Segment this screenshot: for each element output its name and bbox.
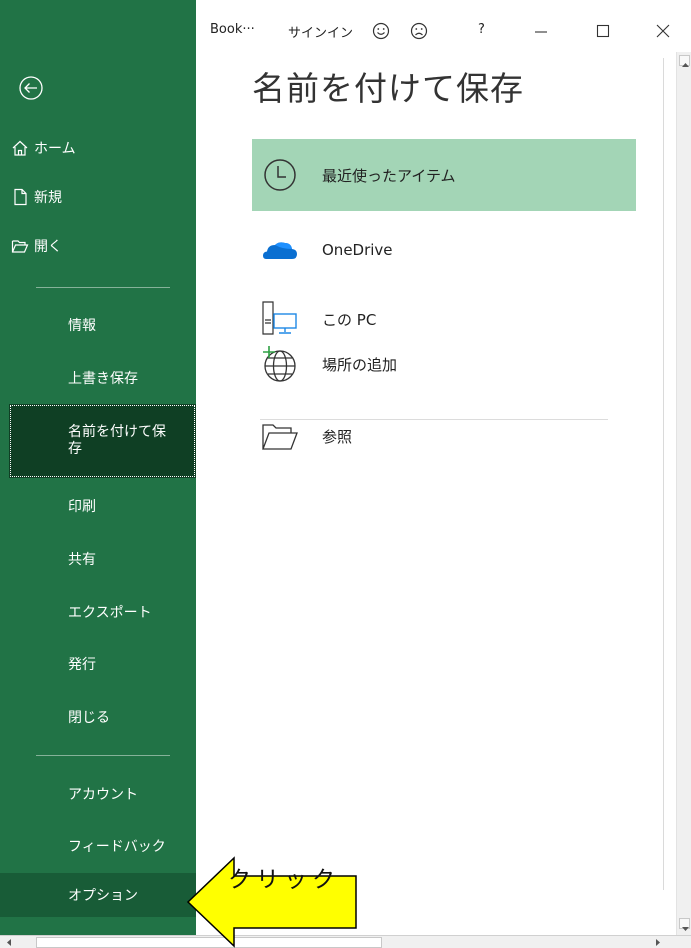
location-label: OneDrive bbox=[322, 241, 393, 259]
minimize-icon[interactable] bbox=[532, 22, 550, 40]
sidebar-item-label: 閉じる bbox=[68, 710, 110, 726]
location-label: 最近使ったアイテム bbox=[322, 166, 456, 185]
page-title: 名前を付けて保存 bbox=[252, 69, 524, 108]
close-icon[interactable] bbox=[654, 22, 672, 40]
sidebar-item-print[interactable]: 印刷 bbox=[0, 491, 196, 521]
panel-edge bbox=[663, 58, 664, 890]
back-arrow-icon[interactable] bbox=[14, 71, 48, 105]
location-label: 参照 bbox=[322, 427, 353, 446]
sidebar-item-label: 開く bbox=[34, 239, 62, 255]
sidebar-item-label: 発行 bbox=[68, 657, 96, 673]
vertical-scrollbar[interactable] bbox=[676, 52, 691, 935]
clock-icon bbox=[264, 159, 296, 191]
sidebar-item-label: エクスポート bbox=[68, 605, 152, 621]
sidebar-item-share[interactable]: 共有 bbox=[0, 544, 196, 574]
sidebar-item-label: ホーム bbox=[34, 141, 76, 157]
sidebar-item-export[interactable]: エクスポート bbox=[0, 597, 196, 627]
maximize-icon[interactable] bbox=[594, 22, 612, 40]
sidebar-item-label: 情報 bbox=[68, 318, 96, 334]
location-onedrive[interactable]: OneDrive bbox=[252, 214, 636, 286]
sidebar-separator bbox=[36, 755, 170, 756]
home-icon bbox=[12, 140, 28, 156]
folder-icon bbox=[262, 424, 298, 450]
new-document-icon bbox=[14, 188, 27, 206]
scroll-down-arrow[interactable] bbox=[679, 918, 690, 931]
document-name[interactable]: Book··· bbox=[210, 22, 255, 37]
sidebar-item-account[interactable]: アカウント bbox=[0, 779, 196, 809]
backstage-sidebar: ホーム 新規 開く 情報 上書き保存 名前を付けて保存 印刷 共有 エクスポート… bbox=[0, 0, 196, 935]
sidebar-item-label: 上書き保存 bbox=[68, 371, 138, 387]
location-label: 場所の追加 bbox=[322, 355, 398, 374]
sidebar-item-label: 共有 bbox=[68, 552, 96, 568]
sidebar-item-new[interactable]: 新規 bbox=[0, 184, 196, 210]
globe-add-icon bbox=[263, 346, 296, 382]
location-recent[interactable]: 最近使ったアイテム bbox=[252, 139, 636, 211]
cloud-icon bbox=[263, 242, 297, 259]
location-add-place[interactable]: 場所の追加 bbox=[252, 328, 636, 400]
sidebar-item-label: アカウント bbox=[68, 787, 138, 803]
location-label: この PC bbox=[322, 310, 377, 329]
scroll-right-arrow[interactable] bbox=[652, 937, 663, 948]
sidebar-item-label: 名前を付けて保存 bbox=[68, 424, 166, 457]
sidebar-separator bbox=[36, 287, 170, 288]
sidebar-item-label: オプション bbox=[68, 888, 138, 904]
sidebar-item-save[interactable]: 上書き保存 bbox=[0, 363, 196, 393]
sidebar-item-label: 印刷 bbox=[68, 499, 96, 515]
smile-icon[interactable] bbox=[372, 22, 390, 40]
caret-up-icon bbox=[682, 63, 689, 67]
open-folder-icon bbox=[11, 240, 29, 253]
callout-text: クリック bbox=[228, 867, 340, 893]
frown-icon[interactable] bbox=[410, 22, 428, 40]
sidebar-item-info[interactable]: 情報 bbox=[0, 310, 196, 340]
sidebar-item-open[interactable]: 開く bbox=[0, 233, 196, 259]
sidebar-item-publish[interactable]: 発行 bbox=[0, 649, 196, 679]
scroll-left-arrow[interactable] bbox=[4, 937, 15, 948]
caret-down-icon bbox=[682, 927, 689, 931]
signin-button[interactable]: サインイン bbox=[288, 22, 353, 41]
location-browse[interactable]: 参照 bbox=[252, 400, 636, 472]
help-button[interactable]: ? bbox=[478, 22, 485, 37]
sidebar-item-close[interactable]: 閉じる bbox=[0, 702, 196, 732]
sidebar-item-feedback[interactable]: フィードバック bbox=[0, 831, 196, 861]
scroll-up-arrow[interactable] bbox=[679, 55, 690, 67]
sidebar-item-save-as[interactable]: 名前を付けて保存 bbox=[9, 404, 196, 478]
title-bar: Book··· サインイン ? bbox=[196, 0, 691, 50]
sidebar-item-home[interactable]: ホーム bbox=[0, 135, 196, 161]
sidebar-item-label: フィードバック bbox=[68, 839, 166, 855]
sidebar-item-label: 新規 bbox=[34, 190, 62, 206]
sidebar-item-options[interactable]: オプション bbox=[0, 873, 196, 917]
